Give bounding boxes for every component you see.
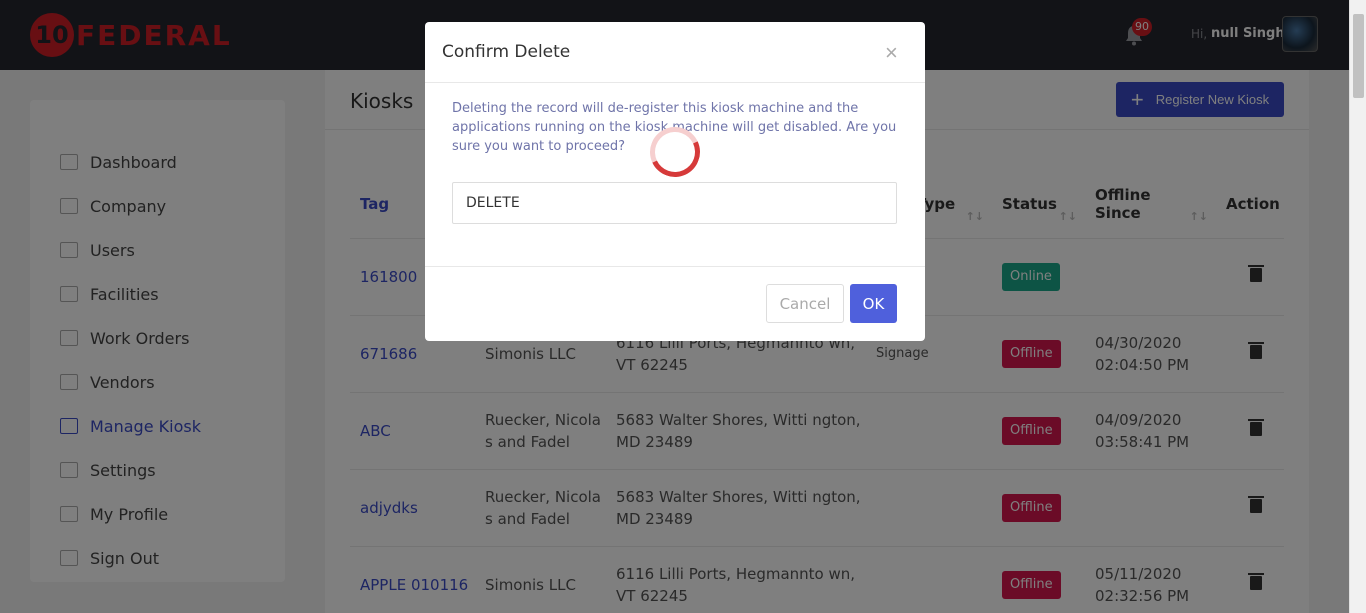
modal-title: Confirm Delete: [442, 42, 571, 62]
modal-footer: Cancel OK: [425, 267, 925, 340]
ok-button[interactable]: OK: [850, 284, 897, 323]
delete-confirm-input[interactable]: [452, 182, 897, 224]
scrollbar[interactable]: [1349, 0, 1366, 613]
scrollbar-thumb[interactable]: [1353, 14, 1364, 98]
cancel-button[interactable]: Cancel: [766, 284, 844, 323]
confirm-delete-dialog: Confirm Delete × Deleting the record wil…: [425, 22, 925, 341]
close-icon[interactable]: ×: [885, 40, 898, 66]
modal-header: Confirm Delete ×: [425, 22, 925, 83]
modal-body: Deleting the record will de-register thi…: [425, 83, 925, 267]
